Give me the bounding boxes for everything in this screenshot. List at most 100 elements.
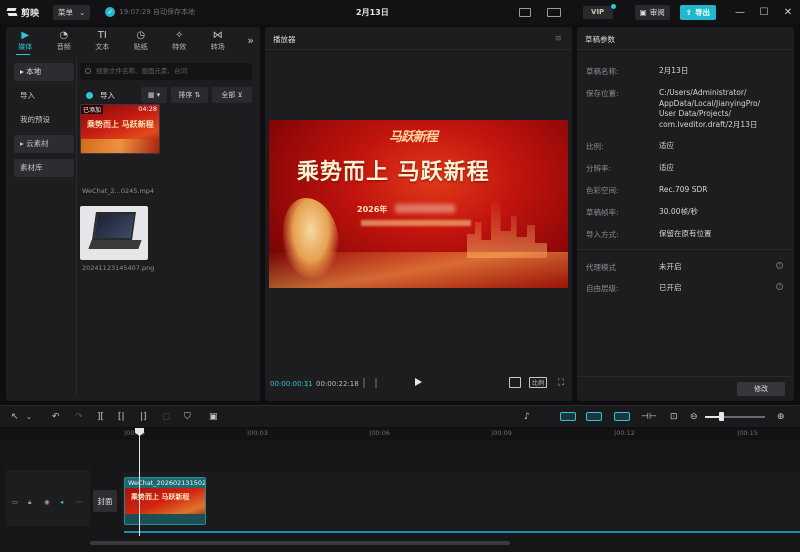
draft-key: 草稿名称:: [586, 67, 619, 76]
nav-import[interactable]: 导入: [14, 87, 74, 105]
help-icon[interactable]: ?: [776, 262, 783, 269]
effects-icon: ✧: [175, 30, 184, 41]
playhead[interactable]: [139, 428, 140, 536]
link-main-track-icon[interactable]: [560, 412, 576, 421]
sort-button[interactable]: 排序 ⇅: [171, 87, 208, 103]
timeline-ruler[interactable]: |00:00 |00:03 |00:06 |00:09 |00:12 |00:1…: [0, 428, 800, 440]
more-tabs-icon[interactable]: »: [247, 34, 254, 47]
cover-button[interactable]: 封面: [93, 490, 117, 512]
video-clip[interactable]: WeChat_202602131502 乘势而上 马跃新程: [124, 477, 206, 525]
filter-all-button[interactable]: 全部 ⊻: [212, 87, 252, 103]
chevron-down-icon: ⌄: [79, 7, 86, 17]
help-icon[interactable]: ?: [776, 283, 783, 290]
laptop-base: [88, 240, 142, 249]
zoom-out-icon[interactable]: ⊖: [690, 411, 698, 423]
play-button[interactable]: [415, 378, 422, 386]
draft-key: 导入方式:: [586, 230, 619, 239]
media-item-video[interactable]: 乘势而上 马跃新程 已添加 04:28: [80, 104, 160, 154]
frame-year: 2026年: [357, 205, 388, 214]
modify-button[interactable]: 修改: [737, 382, 785, 396]
microphone-icon[interactable]: ♪: [524, 411, 530, 423]
shield-icon[interactable]: ⛉: [184, 411, 191, 423]
track-header: ▭ 🔒︎ ◉ ◂ ⋯: [6, 470, 90, 526]
import-button[interactable]: 导入: [80, 87, 132, 103]
zoom-slider-handle[interactable]: [719, 412, 724, 421]
active-tab-indicator: [16, 54, 30, 55]
shortcut-icon[interactable]: [546, 7, 561, 17]
layout-icon[interactable]: [518, 7, 531, 17]
draft-key: 比例:: [586, 142, 604, 151]
tab-label: 贴纸: [133, 43, 148, 51]
frame-title: 乘势而上 马跃新程: [297, 160, 490, 185]
vip-badge[interactable]: VIP: [582, 3, 616, 19]
tab-audio[interactable]: ◔ 音频: [45, 27, 84, 55]
close-icon[interactable]: ✕: [776, 7, 800, 18]
media-item-image[interactable]: [80, 206, 148, 260]
minimize-icon[interactable]: —: [728, 7, 752, 18]
review-button[interactable]: ▣ 审阅: [634, 4, 670, 20]
linkage-icon[interactable]: [614, 412, 630, 421]
draft-key: 自由层级:: [586, 284, 619, 293]
draft-value: 已开启: [659, 283, 682, 292]
menu-button[interactable]: 菜单 ⌄: [53, 4, 91, 20]
export-button[interactable]: ⇪ 导出: [679, 4, 716, 20]
thumbnail-toggle-icon[interactable]: ⊡: [670, 411, 678, 423]
mute-icon[interactable]: ◂: [60, 498, 63, 506]
tab-transition[interactable]: ⋈ 转场: [199, 27, 238, 55]
view-mode-button[interactable]: ▦ ▾: [141, 87, 167, 103]
redo-icon: ↷: [75, 412, 83, 422]
nav-local[interactable]: ▸ 本地: [14, 63, 74, 81]
more-options-icon[interactable]: ⋯: [76, 498, 83, 506]
maximize-icon[interactable]: ☐: [752, 7, 776, 18]
nav-cloud[interactable]: ▸ 云素材: [14, 135, 74, 153]
divider: [577, 249, 794, 250]
gold-wave-graphic: [269, 252, 568, 288]
tab-effects[interactable]: ✧ 特效: [160, 27, 199, 55]
nav-library[interactable]: 素材库: [14, 159, 74, 177]
draft-value: 2月13日: [659, 66, 689, 75]
media-item-name: 20241123145407.png: [82, 264, 155, 272]
divider: [577, 376, 794, 377]
nav-my-presets[interactable]: 我的预设: [14, 111, 74, 129]
select-cursor-icon[interactable]: ↖: [11, 411, 19, 423]
media-search-input[interactable]: 搜索文件名称、画面元素、台词: [80, 63, 252, 80]
tab-text[interactable]: TI 文本: [83, 27, 122, 55]
video-preview[interactable]: 马跃新程 乘势而上 马跃新程 2026年: [269, 120, 568, 288]
save-check-icon: ✓: [105, 7, 116, 17]
clip-audio-strip: [125, 514, 205, 524]
tab-sticker[interactable]: ◷ 贴纸: [122, 27, 161, 55]
zoom-in-icon[interactable]: ⊕: [777, 411, 785, 423]
fullscreen-icon[interactable]: ⛶: [556, 377, 566, 388]
eye-icon[interactable]: ◉: [44, 498, 50, 506]
import-icon: [86, 91, 93, 99]
audio-icon: ◔: [59, 30, 69, 41]
ratio-button[interactable]: 比例: [529, 377, 547, 388]
split-right-icon[interactable]: |]: [140, 411, 147, 423]
track-cover-icon[interactable]: ▭: [12, 498, 18, 506]
duration-label: 04:28: [138, 105, 157, 113]
main-video-track[interactable]: [121, 472, 800, 530]
undo-icon[interactable]: ↶: [52, 411, 60, 423]
image-edit-icon[interactable]: ▣: [209, 411, 218, 423]
calligraphy-title: 马跃新程: [389, 130, 438, 145]
draft-key: 代理模式: [586, 263, 616, 272]
chevron-down-icon[interactable]: ⌄: [26, 411, 32, 423]
timeline-scrollbar[interactable]: [90, 541, 510, 545]
ruler-tick: |00:15: [737, 429, 758, 437]
split-icon[interactable]: ][: [97, 411, 104, 423]
lock-icon[interactable]: 🔒︎: [28, 498, 31, 507]
thumb-band: [81, 139, 159, 153]
tab-media[interactable]: ▶ 媒体: [6, 27, 45, 55]
nav-divider: [76, 57, 77, 397]
split-left-icon[interactable]: [|: [118, 411, 125, 423]
fit-view-icon[interactable]: [509, 377, 521, 388]
export-icon: ⇪: [685, 7, 692, 17]
media-side-nav: ▸ 本地 导入 我的预设 ▸ 云素材 素材库: [14, 63, 74, 183]
draft-value: 未开启: [659, 262, 682, 271]
tab-label: 音频: [56, 43, 71, 51]
preview-axis-icon[interactable]: ⊣⊢: [641, 411, 657, 423]
auto-snap-icon[interactable]: [586, 412, 602, 421]
player-menu-icon[interactable]: ≡: [554, 34, 562, 44]
search-icon: [85, 68, 91, 74]
waveform-icon[interactable]: [363, 378, 377, 388]
